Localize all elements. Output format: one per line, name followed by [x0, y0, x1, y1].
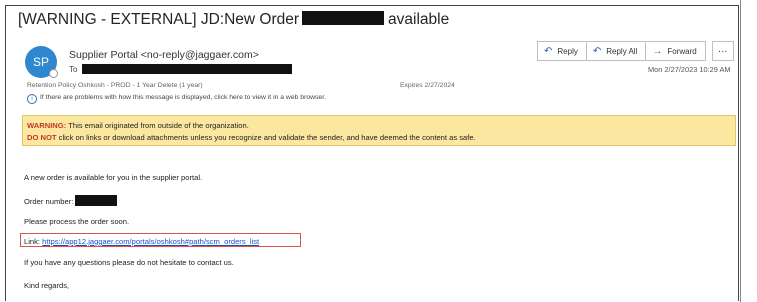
- reply-all-icon: ↶: [592, 45, 602, 57]
- retention-policy: Retention Policy Oshkosh - PROD - 1 Year…: [27, 82, 203, 89]
- banner-line-warning: WARNING: This email originated from outs…: [27, 120, 731, 132]
- external-warning-banner: WARNING: This email originated from outs…: [22, 115, 736, 146]
- body-line-process: Please process the order soon.: [24, 217, 130, 226]
- orders-link[interactable]: https://app12.jaggaer.com/portals/oshkos…: [42, 237, 259, 246]
- donot-label: DO NOT: [27, 133, 57, 142]
- donot-text: click on links or download attachments u…: [56, 133, 476, 142]
- subject-redaction: [302, 11, 385, 25]
- order-number-line: Order number:: [24, 195, 118, 206]
- subject-suffix: available: [388, 11, 450, 28]
- sender-name[interactable]: Supplier Portal <no-reply@jaggaer.com>: [69, 49, 259, 61]
- warning-label: WARNING:: [27, 121, 67, 130]
- reply-all-label: Reply All: [606, 46, 638, 56]
- to-label: To: [69, 65, 78, 74]
- reply-label: Reply: [557, 46, 578, 56]
- reply-button[interactable]: ↶ Reply: [537, 41, 587, 61]
- presence-indicator: [49, 69, 58, 78]
- info-notice[interactable]: i If there are problems with how this mes…: [27, 94, 326, 104]
- received-date: Mon 2/27/2023 10:29 AM: [648, 65, 731, 74]
- recipient-redaction: [82, 64, 292, 74]
- outer-divider: [740, 0, 741, 302]
- info-notice-text: If there are problems with how this mess…: [40, 94, 326, 101]
- reply-all-button[interactable]: ↶ Reply All: [586, 41, 647, 61]
- banner-line-donot: DO NOT click on links or download attach…: [27, 132, 731, 144]
- email-subject: [WARNING - EXTERNAL] JD:New Order availab…: [18, 11, 449, 29]
- forward-icon: →: [652, 45, 663, 57]
- body-line-questions: If you have any questions please do not …: [24, 258, 234, 267]
- order-number-label: Order number:: [24, 197, 74, 206]
- order-number-redaction: [75, 195, 118, 206]
- link-label: Link:: [24, 237, 41, 246]
- reply-icon: ↶: [544, 45, 553, 57]
- warning-text: This email originated from outside of th…: [66, 121, 249, 130]
- info-icon: i: [27, 94, 37, 104]
- forward-label: Forward: [667, 46, 697, 56]
- body-line-new-order: A new order is available for you in the …: [24, 173, 203, 182]
- link-line: Link: https://app12.jaggaer.com/portals/…: [24, 237, 259, 246]
- subject-prefix: [WARNING - EXTERNAL] JD:New Order: [18, 11, 300, 28]
- more-actions-button[interactable]: …: [711, 41, 734, 61]
- closing-line: Kind regards,: [24, 281, 70, 290]
- message-actions: ↶ Reply ↶ Reply All → Forward …: [537, 41, 734, 61]
- forward-button[interactable]: → Forward: [646, 41, 706, 61]
- expires-date: Expires 2/27/2024: [400, 82, 455, 89]
